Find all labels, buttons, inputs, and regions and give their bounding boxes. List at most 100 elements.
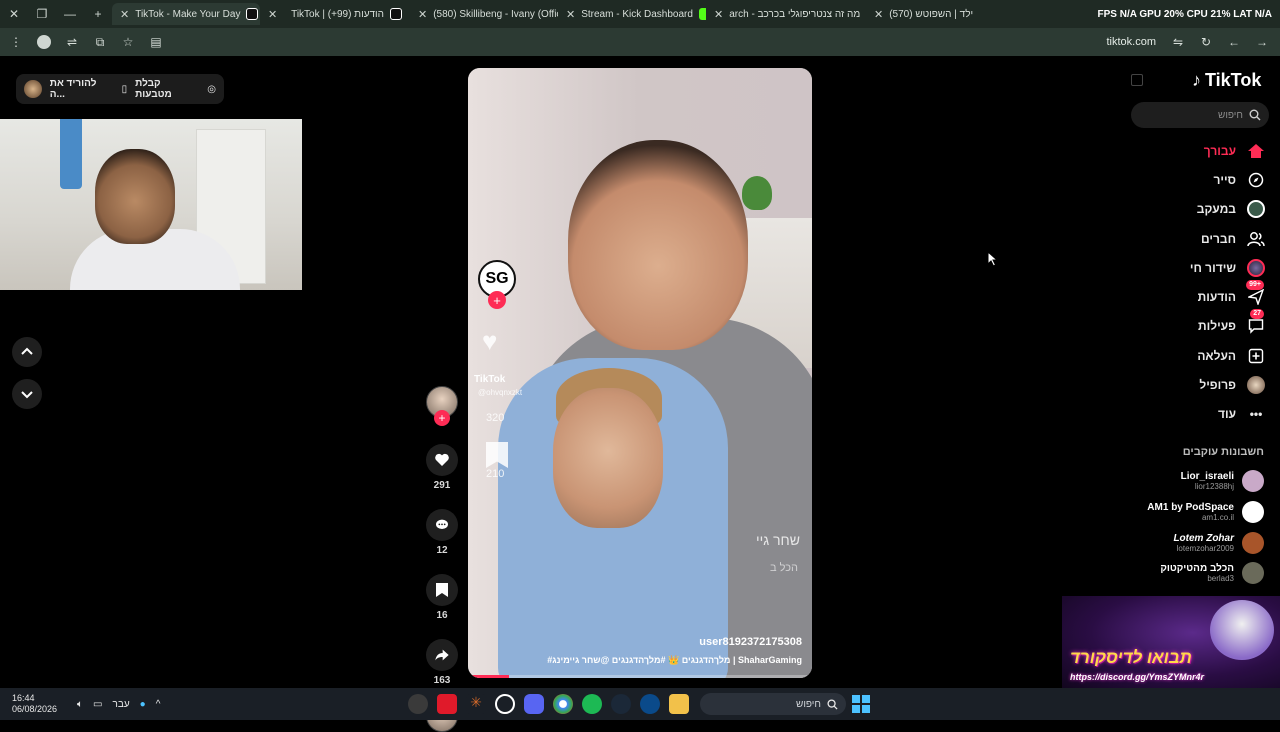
tab-close-icon[interactable]: ✕ [268, 8, 277, 21]
tab-title: (580) Skillibeng - Ivany (Officia [433, 8, 558, 20]
sidebar-item-label: עוד [1217, 407, 1236, 422]
download-app-button[interactable]: להוריד את ה... [50, 78, 114, 100]
tab-kick[interactable]: ✕ Stream - Kick Dashboard [558, 3, 706, 25]
back-icon[interactable]: ← [1222, 30, 1246, 54]
tab-tiktok-messages[interactable]: ✕ TikTok | הודעות (99+) [260, 3, 410, 25]
sidebar-item-live[interactable]: שידור חי [1150, 253, 1270, 282]
comment-button[interactable] [426, 509, 458, 541]
url-field[interactable]: tiktok.com [1106, 36, 1156, 48]
sidebar-item-activity[interactable]: פעילות 27 [1150, 309, 1270, 341]
activity-badge: 27 [1250, 309, 1264, 320]
windows-start-icon[interactable] [852, 695, 870, 713]
video-player[interactable]: SG + ♥ TikTok @ohvqnxzkt 320 210 שחר גיי… [468, 68, 812, 678]
home-icon [1246, 141, 1266, 161]
netflix-icon[interactable] [437, 694, 457, 714]
user-avatar[interactable] [24, 80, 42, 98]
sidebar-item-explore[interactable]: סייר [1150, 165, 1270, 194]
language-indicator[interactable]: עבר [113, 699, 130, 710]
embedded-heart-icon: ♥ [482, 326, 498, 356]
share-button[interactable] [426, 639, 458, 671]
steam-icon[interactable] [611, 694, 631, 714]
spotify-icon[interactable] [582, 694, 602, 714]
tab-title: Stream - Kick Dashboard [581, 8, 693, 20]
sidebar-item-for-you[interactable]: עבורך [1150, 136, 1270, 165]
video-progress-fill [468, 675, 510, 678]
new-tab-icon[interactable]: + [84, 0, 112, 28]
get-coins-button[interactable]: קבלת מטבעות [135, 78, 199, 100]
reload-icon[interactable]: ↻ [1194, 30, 1218, 54]
account-name: Lior_israeli [1180, 471, 1234, 482]
mouse-cursor-icon [987, 251, 999, 267]
tiktok-favicon-icon [246, 8, 259, 20]
like-button[interactable] [426, 444, 458, 476]
network-icon[interactable]: ▭ [93, 699, 102, 710]
volume-icon[interactable]: 🔈︎ [77, 699, 83, 710]
account-handle: berlad3 [1207, 574, 1234, 583]
sidebar-item-upload[interactable]: העלאה [1150, 341, 1270, 370]
discord-icon[interactable] [524, 694, 544, 714]
sidebar-item-friends[interactable]: חברים [1150, 224, 1270, 253]
collapse-sidebar-icon[interactable] [1131, 74, 1143, 86]
share-icon[interactable]: ⧉ [88, 30, 112, 54]
followed-account[interactable]: Lotem Zohar lotemzohar2009 [1173, 532, 1264, 554]
forward-icon[interactable]: → [1250, 30, 1274, 54]
tab-close-icon[interactable]: ✕ [120, 8, 129, 21]
following-accounts-heading: חשבונות עוקבים [1182, 446, 1264, 458]
followed-account[interactable]: AM1 by PodSpace am1.co.il [1147, 501, 1264, 523]
save-button[interactable] [426, 574, 458, 606]
follow-plus-icon[interactable]: + [434, 410, 450, 426]
clock[interactable]: 16:44 06/08/2026 [12, 693, 57, 715]
sidebar-item-label: פעילות [1198, 319, 1236, 334]
previous-video-button[interactable] [12, 337, 42, 367]
file-explorer-icon[interactable] [669, 694, 689, 714]
obs-icon[interactable] [408, 694, 428, 714]
live-icon [1246, 258, 1266, 278]
account-handle: am1.co.il [1201, 513, 1234, 522]
ea-icon[interactable] [640, 694, 660, 714]
window-restore-icon[interactable]: ❐ [28, 0, 56, 28]
tab-google-search[interactable]: ✕ arch - מה זה צנטריפוגלי בכרכב [706, 3, 866, 25]
followed-account[interactable]: הכלב מהטיקטוק berlad3 [1160, 562, 1264, 584]
chrome-icon[interactable] [553, 694, 573, 714]
sidebar-item-messages[interactable]: הודעות 99+ [1150, 280, 1270, 311]
like-count: 291 [433, 480, 451, 491]
site-settings-icon[interactable]: ⇋ [1166, 30, 1190, 54]
sidebar-item-profile[interactable]: פרופיל [1150, 370, 1270, 399]
coin-icon: ◎ [207, 83, 216, 95]
taskbar-search-input[interactable]: חיפוש [700, 693, 846, 715]
bookmark-icon [436, 583, 448, 597]
extensions-icon[interactable]: ⇌ [60, 30, 84, 54]
sidebar-item-more[interactable]: עוד ••• [1150, 400, 1270, 429]
video-caption[interactable]: #מלךהדגנגים 👑 #מלךהדגנגים @שחר גיימינג |… [547, 655, 802, 666]
tiktok-watermark: TikTok [474, 374, 506, 385]
video-progress-bar[interactable] [468, 675, 812, 678]
bookmark-star-icon[interactable]: ☆ [116, 30, 140, 54]
sidebar-item-following[interactable]: במעקב [1150, 195, 1270, 224]
menu-dots-icon[interactable]: ⋮ [4, 30, 28, 54]
tiktok-logo[interactable]: ♪ TikTok [1192, 70, 1261, 91]
chevron-down-icon [21, 391, 33, 399]
video-author[interactable]: user8192372175308 [699, 636, 802, 648]
chatgpt-icon[interactable] [495, 694, 515, 714]
claude-icon[interactable]: ✳ [466, 694, 486, 714]
windows-taskbar: 16:44 06/08/2026 🔈︎ ▭ עבר ● ^ ✳ חיפוש [0, 688, 1280, 720]
tab-youtube[interactable]: ✕ (580) Skillibeng - Ivany (Officia [410, 3, 558, 25]
search-input[interactable]: חיפוש [1131, 102, 1269, 128]
tab-tiktok[interactable]: ✕ TikTok - Make Your Day [112, 3, 260, 25]
comment-icon [436, 519, 448, 529]
followed-account[interactable]: Lior_israeli lior12388hj [1181, 470, 1264, 492]
tray-expand-icon[interactable]: ^ [156, 699, 161, 710]
promo-bar: להוריד את ה... ▯ קבלת מטבעות ◎ [16, 74, 224, 104]
tab-close-icon[interactable]: ✕ [418, 8, 427, 21]
window-close-icon[interactable]: ✕ [0, 0, 28, 28]
reading-mode-icon[interactable]: ▤ [144, 30, 168, 54]
profile-icon[interactable] [32, 30, 56, 54]
tab-close-icon[interactable]: ✕ [566, 8, 575, 21]
tab-close-icon[interactable]: ✕ [714, 8, 723, 21]
tab-close-icon[interactable]: ✕ [874, 8, 883, 21]
next-video-button[interactable] [12, 379, 42, 409]
microphone-icon[interactable]: ● [140, 699, 146, 710]
window-minimize-icon[interactable]: — [56, 0, 84, 28]
tab-youtube-2[interactable]: ✕ (570) פרק 2 - ילד | השפוטש [866, 3, 974, 25]
share-arrow-icon [435, 649, 449, 661]
